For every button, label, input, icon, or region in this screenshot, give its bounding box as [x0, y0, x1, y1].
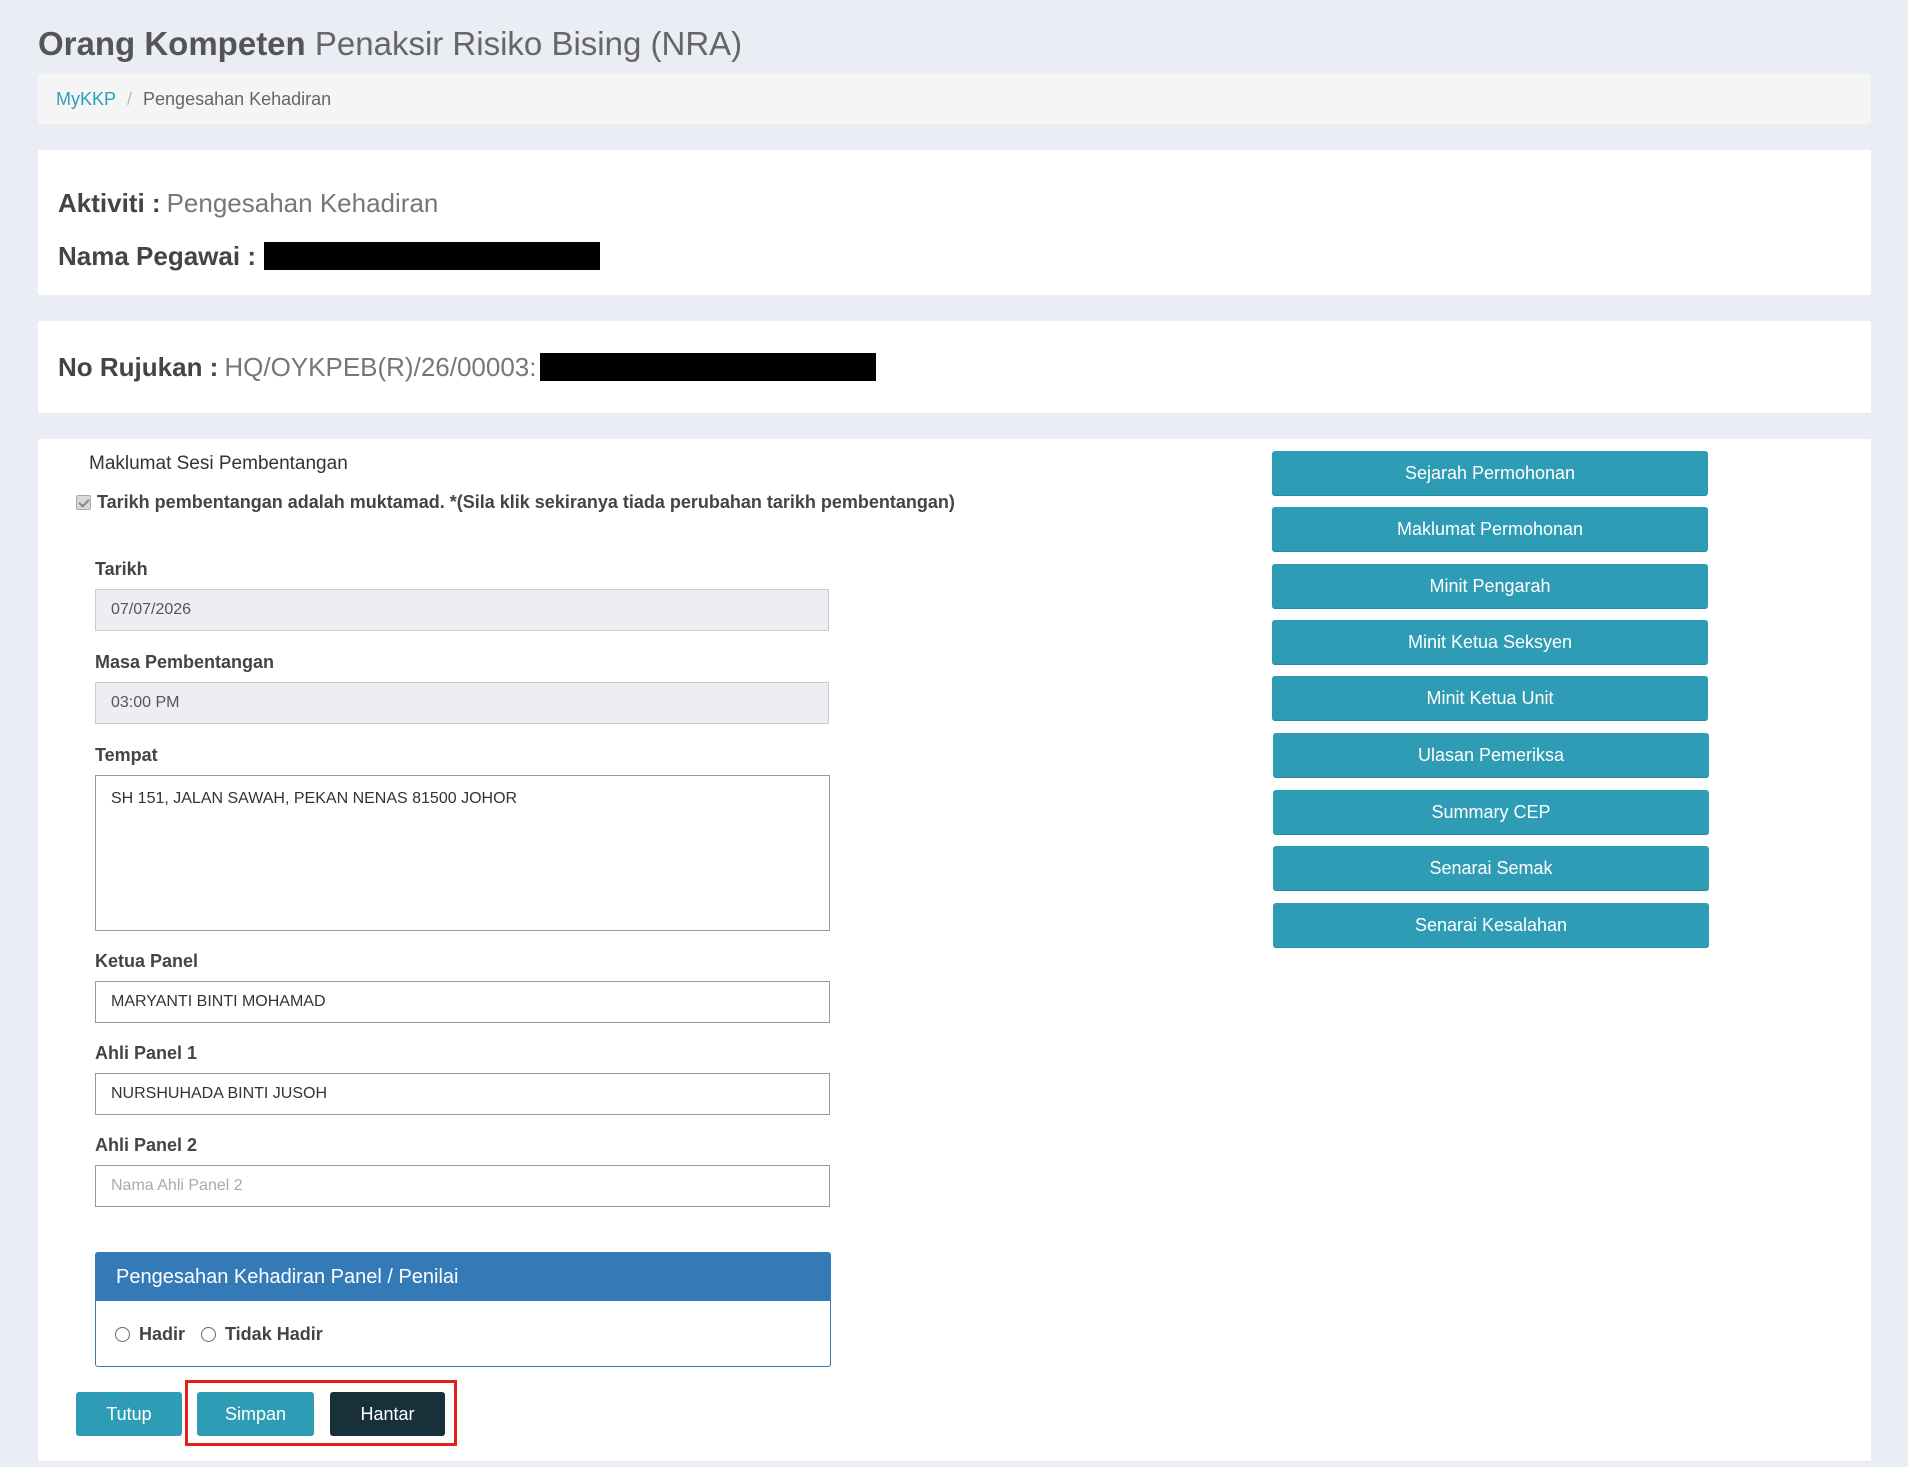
side-button-error-list[interactable]: Senarai Kesalahan [1273, 903, 1709, 947]
final-date-checkbox[interactable] [76, 495, 91, 510]
officer-label: Nama Pegawai : [58, 240, 256, 271]
side-button-inspector-review[interactable]: Ulasan Pemeriksa [1273, 733, 1709, 777]
redacted-reference [540, 353, 877, 381]
breadcrumb-current: Pengesahan Kehadiran [143, 88, 332, 109]
reference-label: No Rujukan : [58, 351, 219, 382]
date-label: Tarikh [95, 559, 148, 579]
side-button-application-info[interactable]: Maklumat Permohonan [1272, 507, 1708, 551]
reference-value: HQ/OYKPEB(R)/26/00003: [224, 351, 537, 382]
close-button[interactable]: Tutup [76, 1392, 182, 1436]
place-label: Tempat [95, 745, 158, 765]
radio-present-label: Hadir [139, 1323, 186, 1344]
reference-card: No Rujukan : HQ/OYKPEB(R)/26/00003: [38, 321, 1871, 413]
place-textarea[interactable]: SH 151, JALAN SAWAH, PEKAN NENAS 81500 J… [95, 775, 830, 931]
redacted-officer-name [263, 242, 600, 270]
breadcrumb-home-link[interactable]: MyKKP [56, 89, 116, 110]
side-button-summary-cep[interactable]: Summary CEP [1273, 790, 1709, 834]
breadcrumb: MyKKP / Pengesahan Kehadiran [38, 74, 1871, 124]
attendance-panel-title: Pengesahan Kehadiran Panel / Penilai [96, 1253, 830, 1301]
final-date-checkbox-label: Tarikh pembentangan adalah muktamad. *(S… [97, 492, 955, 512]
member1-input[interactable]: NURSHUHADA BINTI JUSOH [95, 1073, 830, 1115]
side-button-checklist[interactable]: Senarai Semak [1273, 846, 1709, 890]
member2-input[interactable]: Nama Ahli Panel 2 [95, 1165, 830, 1207]
radio-present-circle[interactable] [115, 1326, 130, 1342]
session-card: Maklumat Sesi Pembentangan Tarikh pemben… [38, 439, 1871, 1461]
officer-row: Nama Pegawai : [58, 238, 600, 274]
page-title-light: Penaksir Risiko Bising (NRA) [314, 25, 743, 62]
side-button-director-minutes[interactable]: Minit Pengarah [1272, 564, 1708, 608]
member2-label: Ahli Panel 2 [95, 1135, 198, 1155]
radio-absent-label: Tidak Hadir [225, 1323, 323, 1344]
activity-row: Aktiviti : Pengesahan Kehadiran [58, 185, 438, 221]
save-button[interactable]: Simpan [197, 1392, 314, 1436]
time-field[interactable]: 03:00 PM [95, 682, 829, 724]
breadcrumb-separator: / [127, 88, 133, 109]
final-date-checkbox-row[interactable]: Tarikh pembentangan adalah muktamad. *(S… [76, 492, 955, 513]
date-field[interactable]: 07/07/2026 [95, 589, 829, 631]
attendance-panel: Pengesahan Kehadiran Panel / Penilai Had… [95, 1252, 831, 1367]
page-title-strong: Orang Kompeten [38, 25, 306, 62]
activity-value: Pengesahan Kehadiran [166, 187, 439, 218]
radio-absent-circle[interactable] [201, 1326, 217, 1342]
chair-input[interactable]: MARYANTI BINTI MOHAMAD [95, 981, 830, 1023]
radio-absent[interactable]: Tidak Hadir [201, 1324, 323, 1345]
side-button-application-history[interactable]: Sejarah Permohonan [1272, 451, 1708, 495]
submit-button[interactable]: Hantar [330, 1392, 445, 1436]
side-button-section-head-minutes[interactable]: Minit Ketua Seksyen [1272, 620, 1708, 664]
time-label: Masa Pembentangan [95, 652, 275, 672]
side-button-unit-head-minutes[interactable]: Minit Ketua Unit [1272, 676, 1708, 720]
reference-row: No Rujukan : HQ/OYKPEB(R)/26/00003: [58, 349, 877, 385]
activity-card: Aktiviti : Pengesahan Kehadiran Nama Peg… [38, 150, 1871, 295]
radio-present[interactable]: Hadir [115, 1324, 185, 1345]
activity-label: Aktiviti : [58, 187, 161, 218]
attendance-options: Hadir Tidak Hadir [96, 1301, 830, 1367]
page-title: Orang Kompeten Penaksir Risiko Bising (N… [38, 22, 742, 66]
member1-label: Ahli Panel 1 [95, 1043, 198, 1063]
session-section-title: Maklumat Sesi Pembentangan [89, 453, 348, 474]
chair-label: Ketua Panel [95, 951, 199, 971]
